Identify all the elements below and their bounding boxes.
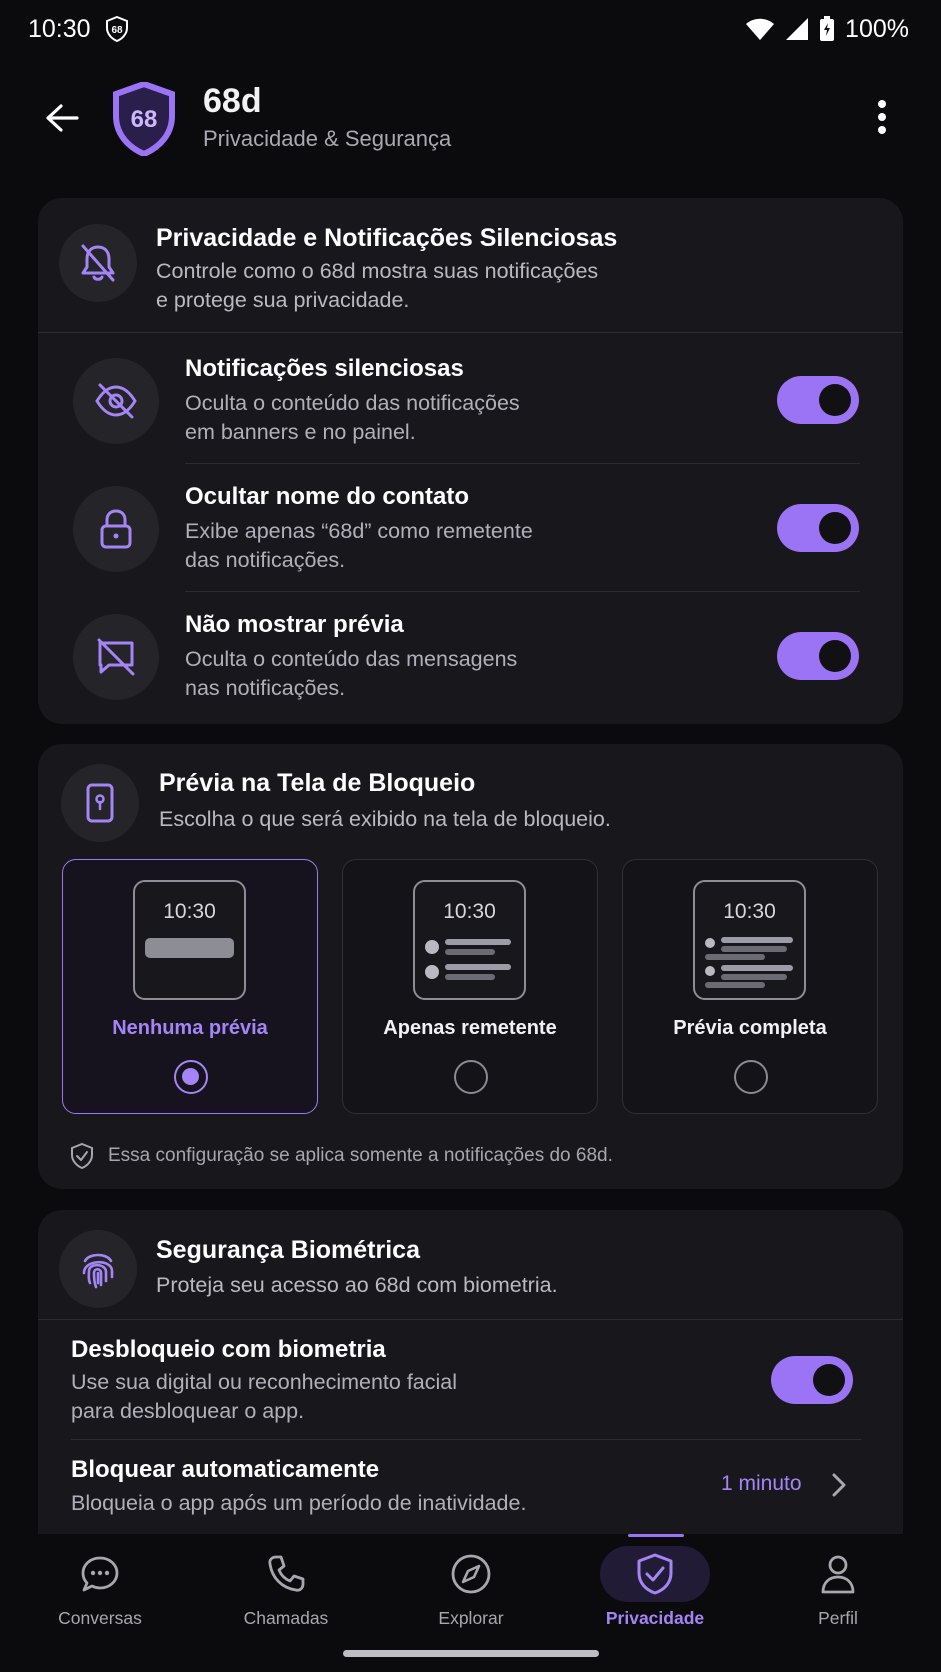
nav-item-chamadas[interactable]: Chamadas (211, 1546, 361, 1646)
option-label: Nenhuma prévia (112, 1017, 268, 1039)
more-vert-icon (878, 100, 886, 134)
radio-unselected[interactable] (734, 1060, 768, 1094)
fingerprint-icon (59, 1230, 137, 1308)
preview-option-sender-only[interactable]: 10:30 Apenas remetente (342, 859, 598, 1114)
row-title: Notificações silenciosas (185, 355, 464, 382)
phone-mockup: 10:30 (693, 880, 806, 1000)
card-description: Escolha o que será exibido na tela de bl… (159, 807, 611, 831)
app-badge-icon: 68 (105, 16, 129, 42)
lock-icon (73, 486, 159, 572)
auto-lock-value[interactable]: 1 minuto (721, 1472, 802, 1496)
active-indicator (628, 1534, 684, 1537)
phone-lock-icon (61, 764, 139, 842)
home-indicator[interactable] (343, 1650, 599, 1657)
app-logo: 68 (112, 80, 176, 158)
nav-label: Explorar (438, 1608, 504, 1628)
nav-item-perfil[interactable]: Perfil (763, 1546, 913, 1646)
row-title: Desbloqueio com biometria (71, 1336, 386, 1363)
chat-icon (45, 1546, 155, 1602)
battery-percent: 100% (845, 14, 909, 43)
footnote: Essa configuração se aplica somente a no… (70, 1142, 613, 1170)
card-title: Segurança Biométrica (156, 1236, 420, 1264)
nav-item-explorar[interactable]: Explorar (396, 1546, 546, 1646)
wifi-icon (745, 17, 775, 41)
back-button[interactable] (38, 94, 86, 142)
page-subtitle: Privacidade & Segurança (203, 126, 452, 151)
nav-label: Conversas (58, 1608, 142, 1628)
hide-contact-name-toggle[interactable] (777, 504, 859, 552)
divider (38, 332, 903, 333)
blank-notification-bar (145, 938, 234, 958)
nav-item-conversas[interactable]: Conversas (25, 1546, 175, 1646)
page-title: 68d (203, 82, 262, 120)
option-label: Prévia completa (673, 1017, 827, 1039)
phone-mockup: 10:30 (133, 880, 246, 1000)
shield-icon (600, 1546, 710, 1602)
phone-mockup: 10:30 (413, 880, 526, 1000)
option-label: Apenas remetente (383, 1017, 557, 1039)
radio-unselected[interactable] (454, 1060, 488, 1094)
card-description: Controle como o 68d mostra suas notifica… (156, 259, 599, 312)
card-title: Privacidade e Notificações Silenciosas (156, 224, 618, 252)
message-off-icon (73, 614, 159, 700)
bell-off-icon (59, 224, 137, 302)
eye-off-icon (73, 358, 159, 444)
row-description: Bloqueia o app após um período de inativ… (71, 1491, 527, 1515)
svg-text:68: 68 (131, 106, 158, 133)
divider (71, 1439, 861, 1440)
arrow-left-icon (46, 104, 79, 132)
silent-notifications-toggle[interactable] (777, 376, 859, 424)
row-description: Oculta o conteúdo das mensagens nas noti… (185, 647, 518, 700)
notifications-privacy-card: Privacidade e Notificações Silenciosas C… (38, 198, 903, 724)
biometric-security-card: Segurança Biométrica Proteja seu acesso … (38, 1210, 903, 1534)
preview-option-none[interactable]: 10:30 Nenhuma prévia (62, 859, 318, 1114)
no-preview-toggle[interactable] (777, 632, 859, 680)
row-title: Bloquear automaticamente (71, 1456, 380, 1483)
divider (185, 463, 860, 464)
shield-check-icon (71, 1142, 93, 1170)
compass-icon (416, 1546, 526, 1602)
card-title: Prévia na Tela de Bloqueio (159, 769, 476, 797)
preview-option-full[interactable]: 10:30 Prévia completa (622, 859, 878, 1114)
nav-label: Perfil (818, 1608, 858, 1628)
chevron-right-icon (832, 1473, 846, 1497)
lockscreen-preview-card: Prévia na Tela de Bloqueio Escolha o que… (38, 744, 903, 1189)
person-icon (783, 1546, 893, 1602)
status-time: 10:30 (28, 14, 91, 43)
status-bar: 10:30 68 100% (0, 0, 941, 58)
signal-icon (785, 17, 809, 41)
more-options-button[interactable] (862, 92, 902, 142)
radio-selected[interactable] (174, 1060, 208, 1094)
row-description: Oculta o conteúdo das notificações em ba… (185, 391, 520, 444)
divider (185, 591, 860, 592)
battery-icon (819, 16, 835, 42)
row-title: Não mostrar prévia (185, 611, 404, 638)
nav-label: Privacidade (605, 1608, 705, 1628)
row-description: Exibe apenas “68d” como remetente das no… (185, 519, 533, 572)
nav-item-privacidade[interactable]: Privacidade (580, 1546, 730, 1646)
nav-label: Chamadas (243, 1608, 329, 1628)
biometric-unlock-toggle[interactable] (771, 1356, 853, 1404)
divider (38, 1319, 903, 1320)
app-bar: 68 68d Privacidade & Segurança (0, 70, 941, 170)
svg-text:68: 68 (111, 25, 123, 36)
row-description: Use sua digital ou reconhecimento facial… (71, 1370, 458, 1423)
card-description: Proteja seu acesso ao 68d com biometria. (156, 1273, 558, 1297)
phone-icon (231, 1546, 341, 1602)
row-title: Ocultar nome do contato (185, 483, 470, 510)
